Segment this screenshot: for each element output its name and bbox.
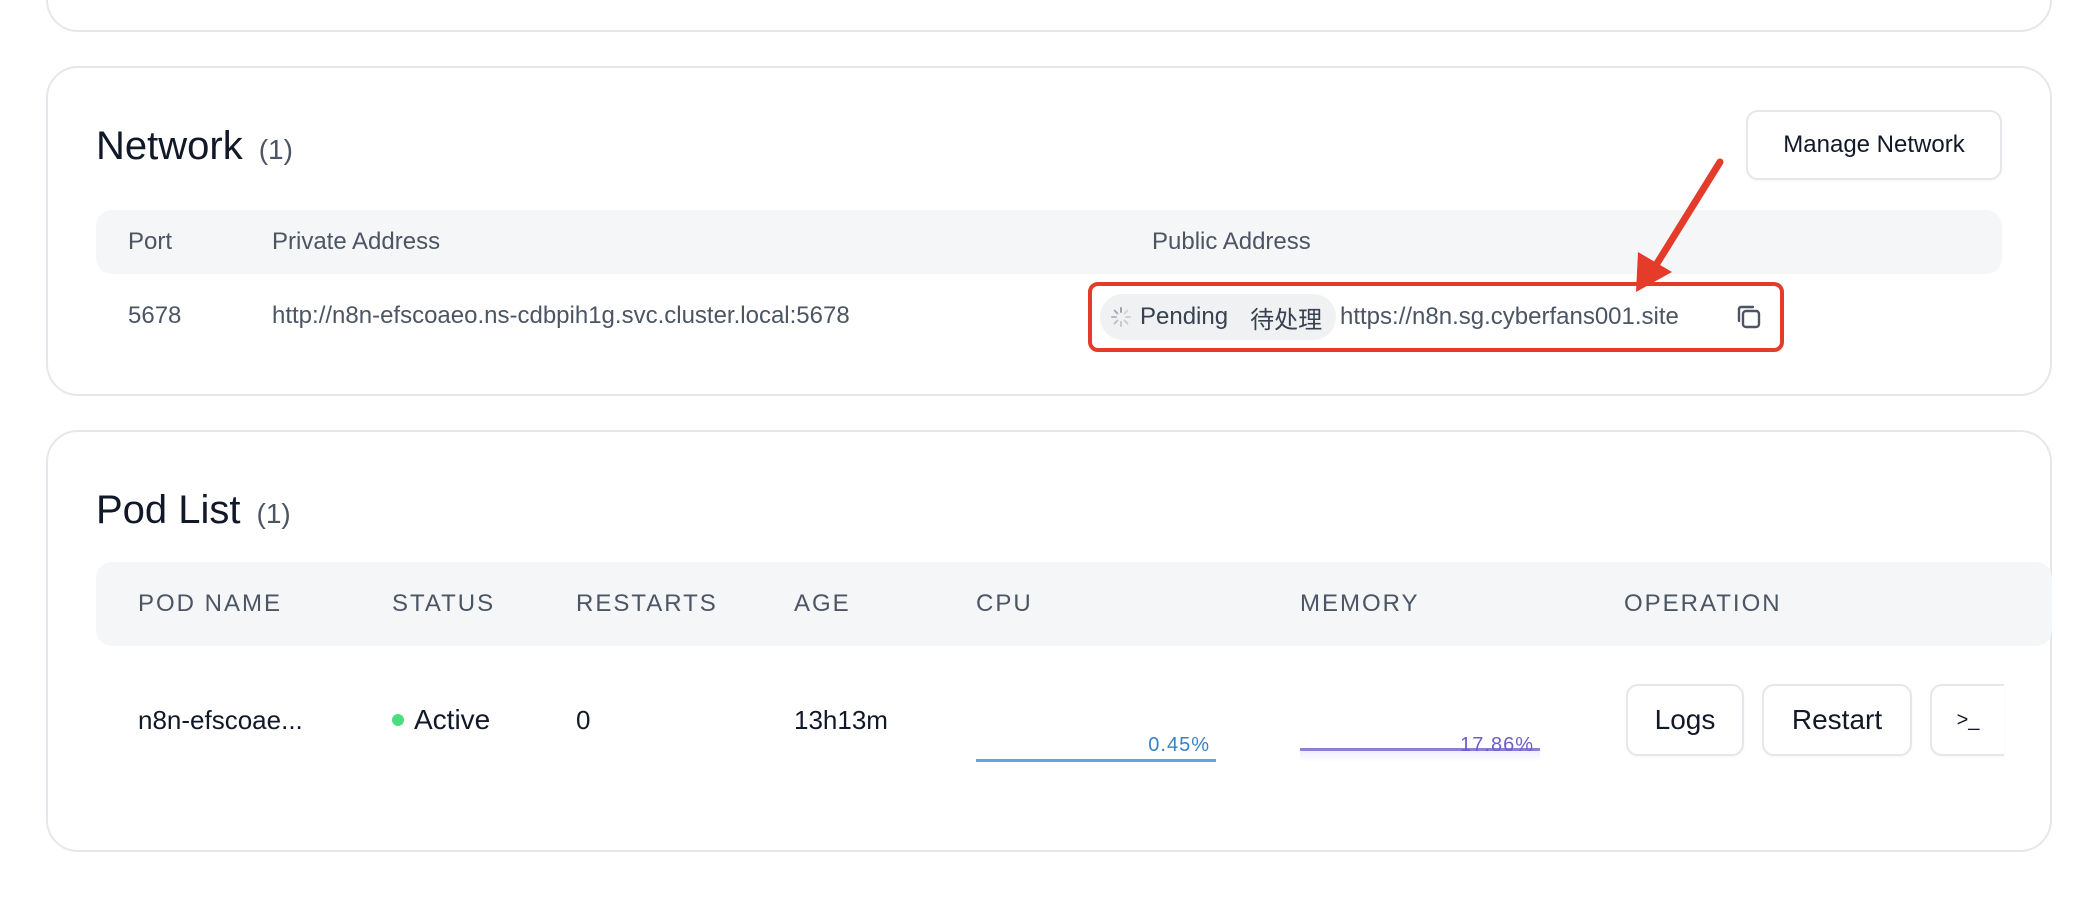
previous-section-card (46, 0, 2052, 32)
cpu-usage-line (976, 759, 1216, 762)
col-status: STATUS (392, 590, 496, 617)
pod-name[interactable]: n8n-efscoae... (138, 700, 303, 740)
cpu-usage-meter: 0.45% (976, 734, 1216, 762)
manage-network-button[interactable]: Manage Network (1746, 110, 2002, 180)
pod-list-count: (1) (256, 498, 291, 529)
logs-button[interactable]: Logs (1626, 684, 1744, 756)
pod-status: Active (392, 700, 490, 740)
cpu-usage-label: 0.45% (1148, 734, 1210, 756)
col-age: AGE (794, 590, 851, 617)
col-memory: MEMORY (1300, 590, 1420, 617)
memory-usage-label: 17.86% (1460, 734, 1534, 756)
network-count: (1) (258, 134, 293, 165)
active-status-dot (392, 714, 404, 726)
network-title: Network (1) (96, 124, 293, 169)
pod-age: 13h13m (794, 704, 888, 735)
pod-list-title: Pod List (1) (96, 488, 291, 533)
pod-status-text: Active (414, 704, 491, 735)
memory-usage-meter: 17.86% (1300, 734, 1540, 762)
pod-restarts: 0 (576, 704, 591, 735)
terminal-icon: >_ (1956, 708, 1980, 731)
network-private-address[interactable]: http://n8n-efscoaeo.ns-cdbpih1g.svc.clus… (272, 296, 850, 336)
col-pod-name: POD NAME (138, 590, 283, 617)
network-port: 5678 (128, 302, 182, 329)
pod-list-title-text: Pod List (96, 488, 241, 532)
col-public-address: Public Address (1152, 228, 1311, 255)
col-port: Port (128, 228, 173, 255)
col-restarts: RESTARTS (576, 590, 718, 617)
col-private-address: Private Address (272, 228, 441, 255)
pod-table-header: POD NAME STATUS RESTARTS AGE CPU MEMORY … (96, 562, 2052, 646)
terminal-button[interactable]: >_ (1930, 684, 2004, 756)
col-operation: OPERATION (1624, 590, 1782, 617)
network-title-text: Network (96, 124, 243, 168)
col-cpu: CPU (976, 590, 1033, 617)
red-arrow-annotation (1636, 158, 1724, 292)
restart-button[interactable]: Restart (1762, 684, 1912, 756)
